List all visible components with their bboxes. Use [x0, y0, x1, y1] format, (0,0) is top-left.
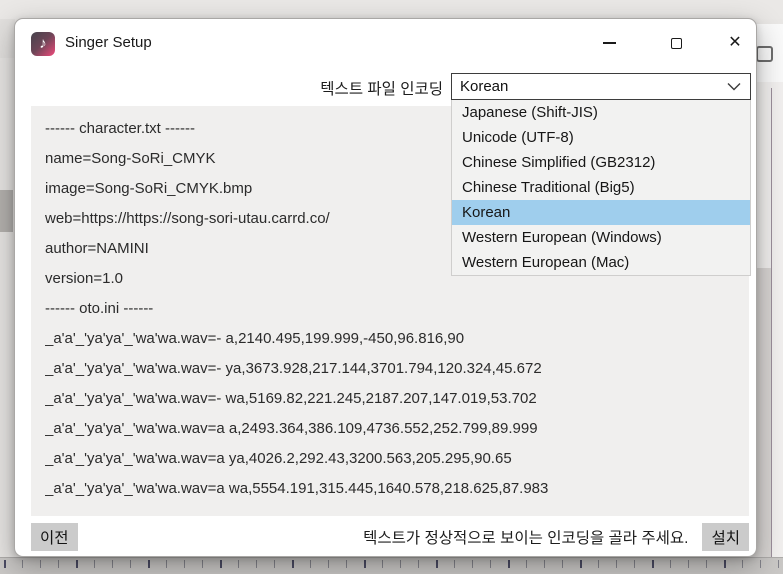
encoding-label: 텍스트 파일 인코딩	[15, 77, 443, 99]
preview-line: _a'a'_'ya'ya'_'wa'wa.wav=a ya,4026.2,292…	[45, 444, 735, 474]
app-music-note-icon: ♪	[31, 32, 55, 56]
maximize-icon	[671, 38, 682, 49]
encoding-selected-value: Korean	[460, 78, 508, 95]
window-title: Singer Setup	[65, 34, 152, 51]
encoding-option[interactable]: Japanese (Shift-JIS)	[452, 100, 750, 125]
encoding-option[interactable]: Korean	[452, 200, 750, 225]
encoding-option[interactable]: Chinese Traditional (Big5)	[452, 175, 750, 200]
preview-line: _a'a'_'ya'ya'_'wa'wa.wav=- ya,3673.928,2…	[45, 354, 735, 384]
back-button[interactable]: 이전	[31, 523, 78, 551]
install-button[interactable]: 설치	[702, 523, 749, 551]
preview-line: _a'a'_'ya'ya'_'wa'wa.wav=- a,2140.495,19…	[45, 324, 735, 354]
background-maximize-icon	[756, 46, 773, 62]
encoding-option[interactable]: Western European (Windows)	[452, 225, 750, 250]
background-left-strip	[0, 0, 15, 574]
background-timeline-ruler	[0, 557, 783, 574]
preview-line: ------ oto.ini ------	[45, 294, 735, 324]
minimize-button[interactable]	[587, 27, 631, 59]
background-top-strip	[0, 0, 783, 19]
close-icon: ✕	[728, 35, 741, 51]
singer-setup-dialog: ♪ Singer Setup ✕ 텍스트 파일 인코딩 Korean -----…	[14, 18, 757, 557]
encoding-option[interactable]: Unicode (UTF-8)	[452, 125, 750, 150]
preview-line: _a'a'_'ya'ya'_'wa'wa.wav=a wa,5554.191,3…	[45, 474, 735, 504]
close-button[interactable]: ✕	[713, 27, 757, 59]
chevron-down-icon	[727, 82, 741, 91]
encoding-option[interactable]: Western European (Mac)	[452, 250, 750, 275]
encoding-combobox[interactable]: Korean	[451, 73, 751, 100]
background-divider-line	[771, 88, 772, 557]
minimize-icon	[603, 42, 616, 44]
encoding-dropdown-list: Japanese (Shift-JIS) Unicode (UTF-8) Chi…	[451, 100, 751, 276]
footer: 이전 텍스트가 정상적으로 보이는 인코딩을 골라 주세요. 설치	[31, 516, 749, 558]
maximize-button[interactable]	[654, 27, 698, 59]
preview-line: _a'a'_'ya'ya'_'wa'wa.wav=a a,2493.364,38…	[45, 414, 735, 444]
titlebar[interactable]: ♪ Singer Setup ✕	[15, 19, 756, 67]
footer-hint: 텍스트가 정상적으로 보이는 인코딩을 골라 주세요.	[363, 526, 688, 548]
preview-line: _a'a'_'ya'ya'_'wa'wa.wav=- wa,5169.82,22…	[45, 384, 735, 414]
encoding-option[interactable]: Chinese Simplified (GB2312)	[452, 150, 750, 175]
background-left-dark-band	[0, 190, 13, 232]
